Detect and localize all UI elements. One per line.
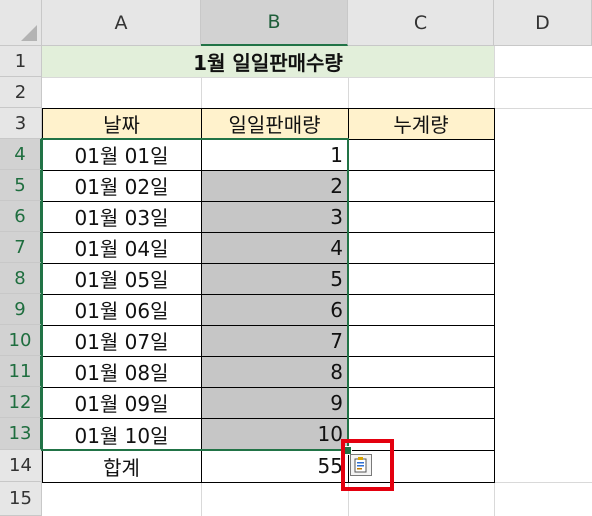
sheet-title[interactable]: 1월 일일판매수량 [42, 46, 494, 77]
total-label[interactable]: 합계 [42, 450, 201, 482]
column-header-c[interactable]: C [348, 0, 494, 46]
row-header-1[interactable]: 1 [0, 46, 42, 77]
column-header-b[interactable]: B [201, 0, 348, 46]
cumulative-cell[interactable] [348, 201, 494, 232]
row-header-4[interactable]: 4 [0, 139, 42, 170]
row-header-12[interactable]: 12 [0, 387, 42, 418]
column-header-a[interactable]: A [42, 0, 201, 46]
header-daily[interactable]: 일일판매량 [201, 108, 348, 139]
cumulative-cell[interactable] [348, 356, 494, 387]
cumulative-cell[interactable] [348, 139, 494, 170]
row-header-9[interactable]: 9 [0, 294, 42, 325]
cumulative-cell[interactable] [348, 232, 494, 263]
row-header-3[interactable]: 3 [0, 108, 42, 139]
row-header-14[interactable]: 14 [0, 450, 42, 482]
column-header-d[interactable]: D [494, 0, 592, 46]
select-all-triangle-icon [21, 25, 37, 41]
highlight-annotation [341, 439, 394, 491]
cumulative-cell[interactable] [348, 170, 494, 201]
selection-range [41, 138, 349, 451]
row-header-11[interactable]: 11 [0, 356, 42, 387]
cumulative-cell[interactable] [348, 263, 494, 294]
row-header-13[interactable]: 13 [0, 418, 42, 450]
row-header-15[interactable]: 15 [0, 482, 42, 516]
row-header-5[interactable]: 5 [0, 170, 42, 201]
cumulative-cell[interactable] [348, 294, 494, 325]
cumulative-cell[interactable] [348, 387, 494, 418]
row-header-10[interactable]: 10 [0, 325, 42, 356]
cumulative-cell[interactable] [348, 325, 494, 356]
header-date[interactable]: 날짜 [42, 108, 201, 139]
spreadsheet: A B C D 1 2 3 4 5 6 7 8 9 10 11 12 13 14… [0, 0, 592, 516]
row-header-8[interactable]: 8 [0, 263, 42, 294]
select-all-button[interactable] [0, 0, 42, 46]
row-header-2[interactable]: 2 [0, 77, 42, 108]
row-header-7[interactable]: 7 [0, 232, 42, 263]
total-value[interactable]: 55 [201, 450, 348, 482]
header-cumulative[interactable]: 누계량 [348, 108, 494, 139]
row-header-6[interactable]: 6 [0, 201, 42, 232]
